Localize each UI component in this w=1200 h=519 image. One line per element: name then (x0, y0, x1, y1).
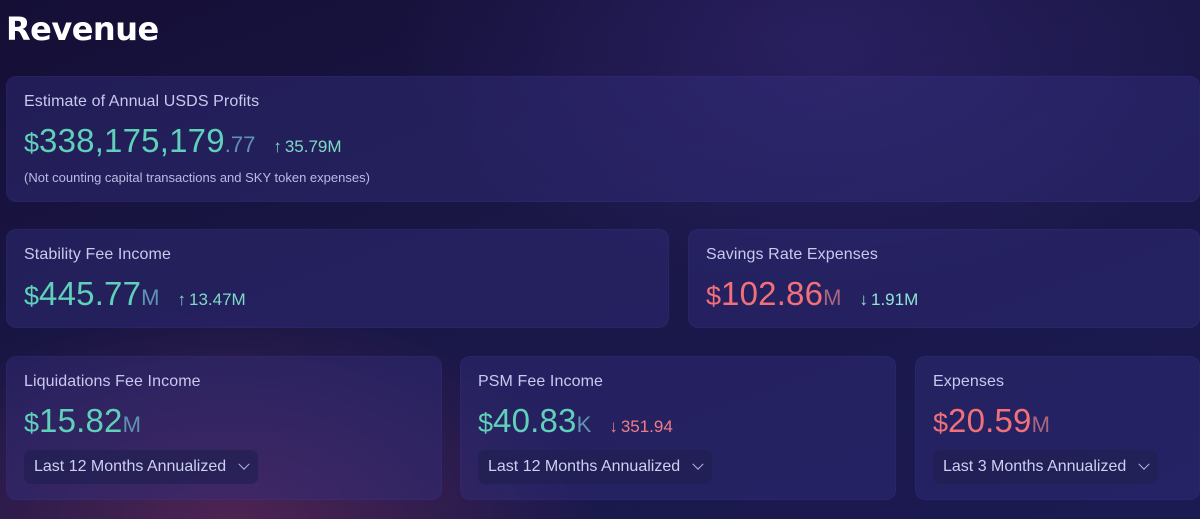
liquidations-period-label: Last 12 Months Annualized (34, 458, 227, 475)
arrow-down-icon: ↓ (609, 417, 618, 436)
savings-rate-amount: 102.86 (721, 275, 824, 312)
currency-symbol: $ (24, 128, 40, 158)
psm-fee-label: PSM Fee Income (478, 373, 604, 390)
stability-fee-amount: 445.77 (39, 275, 142, 312)
currency-symbol: $ (933, 408, 949, 438)
chevron-down-icon (1138, 458, 1150, 470)
annual-profits-decimals: .77 (224, 132, 256, 157)
savings-rate-suffix: M (823, 285, 842, 310)
currency-symbol: $ (24, 281, 40, 311)
page-title: Revenue (6, 10, 159, 48)
stability-fee-change-value: 13.47M (189, 290, 246, 309)
liquidations-fee-value: $ 15.82 M (24, 402, 141, 440)
savings-rate-value: $ 102.86 M ↓ 1.91M (706, 275, 918, 313)
psm-period-label: Last 12 Months Annualized (488, 458, 681, 475)
annual-profits-label: Estimate of Annual USDS Profits (24, 93, 260, 110)
expenses-label: Expenses (933, 373, 1005, 390)
annual-profits-card: Estimate of Annual USDS Profits $ 338,17… (6, 76, 1200, 202)
savings-rate-change: ↓ 1.91M (860, 290, 919, 310)
annual-profits-amount: 338,175,179 (39, 122, 225, 159)
chevron-down-icon (238, 458, 250, 470)
annual-profits-note: (Not counting capital transactions and S… (24, 170, 370, 185)
arrow-down-icon: ↓ (859, 290, 869, 309)
stability-fee-suffix: M (141, 285, 160, 310)
chevron-down-icon (692, 458, 704, 470)
liquidations-fee-label: Liquidations Fee Income (24, 373, 201, 390)
currency-symbol: $ (478, 408, 494, 438)
stability-fee-value: $ 445.77 M ↑ 13.47M (24, 275, 246, 313)
liquidations-period-dropdown[interactable]: Last 12 Months Annualized (24, 450, 259, 484)
liquidations-fee-suffix: M (122, 412, 141, 437)
currency-symbol: $ (706, 281, 722, 311)
liquidations-fee-amount: 15.82 (39, 402, 123, 439)
expenses-value: $ 20.59 M (933, 402, 1050, 440)
annual-profits-change: ↑ 35.79M (273, 137, 341, 157)
savings-rate-label: Savings Rate Expenses (706, 246, 878, 263)
currency-symbol: $ (24, 408, 40, 438)
annual-profits-value: $ 338,175,179 .77 ↑ 35.79M (24, 122, 342, 160)
savings-rate-change-value: 1.91M (871, 290, 919, 309)
psm-fee-change-value: 351.94 (620, 417, 673, 436)
expenses-card: Expenses $ 20.59 M Last 3 Months Annuali… (915, 356, 1200, 500)
psm-fee-value: $ 40.83 K ↓ 351.94 (478, 402, 673, 440)
stability-fee-change: ↑ 13.47M (178, 290, 246, 310)
stability-fee-label: Stability Fee Income (24, 246, 171, 263)
psm-fee-suffix: K (576, 412, 592, 437)
arrow-up-icon: ↑ (177, 290, 187, 309)
psm-fee-change: ↓ 351.94 (609, 417, 673, 437)
psm-period-dropdown[interactable]: Last 12 Months Annualized (478, 450, 713, 484)
psm-fee-card: PSM Fee Income $ 40.83 K ↓ 351.94 Last 1… (460, 356, 896, 500)
expenses-amount: 20.59 (948, 402, 1032, 439)
expenses-period-dropdown[interactable]: Last 3 Months Annualized (933, 450, 1159, 484)
psm-fee-amount: 40.83 (493, 402, 577, 439)
expenses-suffix: M (1031, 412, 1050, 437)
expenses-period-label: Last 3 Months Annualized (943, 458, 1127, 475)
annual-profits-change-value: 35.79M (284, 137, 342, 156)
arrow-up-icon: ↑ (273, 137, 282, 156)
stability-fee-card: Stability Fee Income $ 445.77 M ↑ 13.47M (6, 229, 669, 328)
liquidations-fee-card: Liquidations Fee Income $ 15.82 M Last 1… (6, 356, 442, 500)
savings-rate-card: Savings Rate Expenses $ 102.86 M ↓ 1.91M (688, 229, 1200, 328)
